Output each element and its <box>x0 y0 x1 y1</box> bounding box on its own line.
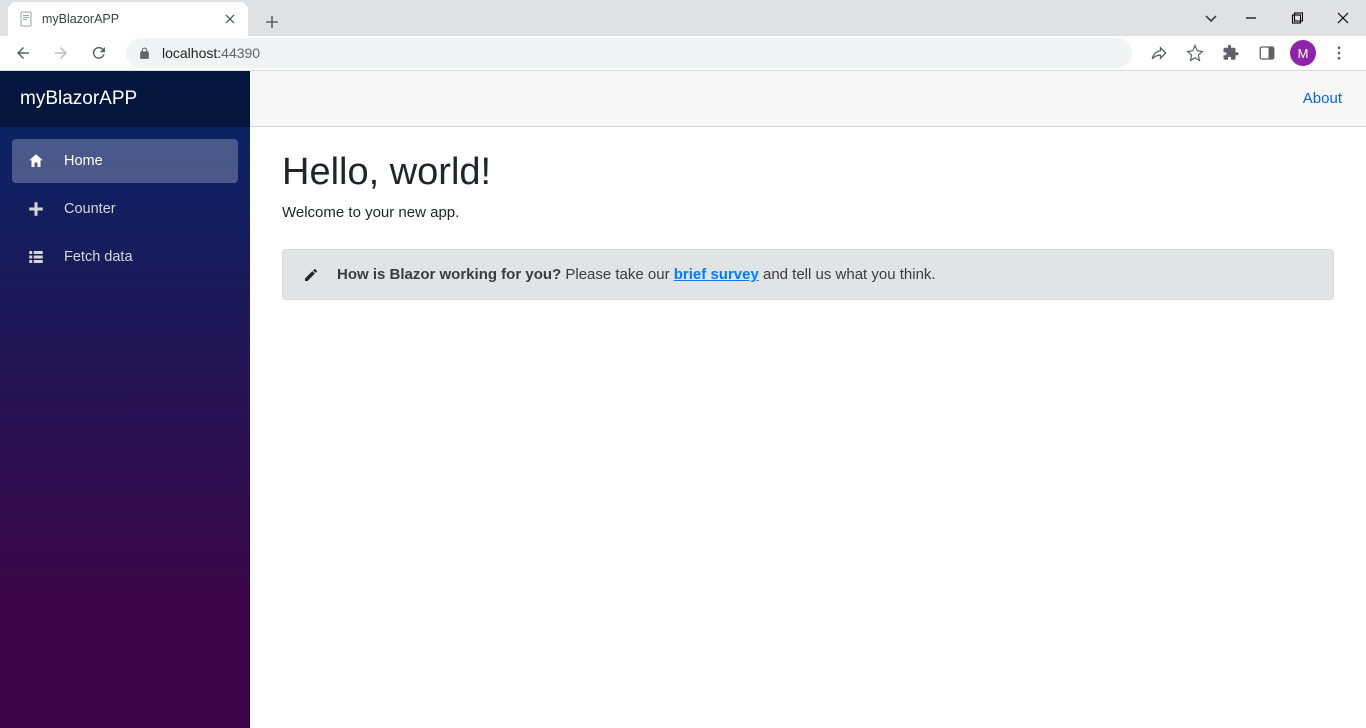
top-row: About <box>250 71 1366 127</box>
sidebar-item-counter[interactable]: Counter <box>12 187 238 231</box>
address-bar[interactable]: localhost:44390 <box>126 38 1132 68</box>
share-icon[interactable] <box>1142 38 1176 68</box>
survey-link[interactable]: brief survey <box>674 266 759 283</box>
reload-button[interactable] <box>82 38 116 68</box>
forward-button[interactable] <box>44 38 78 68</box>
kebab-menu-icon[interactable] <box>1322 38 1356 68</box>
tab-favicon-icon <box>18 11 34 27</box>
url-host: localhost: <box>162 45 221 61</box>
pencil-icon <box>303 267 319 283</box>
home-icon <box>26 152 46 170</box>
url-port: 44390 <box>221 45 260 61</box>
sidebar-brand[interactable]: myBlazorAPP <box>0 71 250 127</box>
window-controls <box>1194 0 1366 36</box>
extensions-icon[interactable] <box>1214 38 1248 68</box>
toolbar-right: M <box>1142 38 1360 68</box>
survey-strong: How is Blazor working for you? <box>337 266 561 283</box>
survey-alert: How is Blazor working for you? Please ta… <box>282 249 1334 300</box>
app-page: myBlazorAPP Home Counter Fetch data <box>0 71 1366 728</box>
survey-text: How is Blazor working for you? Please ta… <box>337 266 936 283</box>
new-tab-button[interactable] <box>258 8 286 36</box>
sidebar-item-home[interactable]: Home <box>12 139 238 183</box>
survey-before: Please take our <box>561 266 674 283</box>
tab-strip: myBlazorAPP <box>0 0 1366 36</box>
back-button[interactable] <box>6 38 40 68</box>
main: Hello, world! Welcome to your new app. H… <box>250 127 1366 324</box>
avatar-letter: M <box>1290 40 1316 66</box>
tab-search-icon[interactable] <box>1194 4 1228 32</box>
browser-tab[interactable]: myBlazorAPP <box>8 2 248 36</box>
tab-title: myBlazorAPP <box>42 12 214 26</box>
window-close-button[interactable] <box>1320 3 1366 33</box>
sidebar-item-label: Home <box>64 153 103 169</box>
sidebar: myBlazorAPP Home Counter Fetch data <box>0 71 250 728</box>
lock-icon <box>138 47 152 60</box>
tab-close-icon[interactable] <box>222 11 238 27</box>
content-area: About Hello, world! Welcome to your new … <box>250 71 1366 728</box>
side-panel-icon[interactable] <box>1250 38 1284 68</box>
survey-after: and tell us what you think. <box>759 266 936 283</box>
sidebar-nav: Home Counter Fetch data <box>0 127 250 279</box>
sidebar-item-label: Fetch data <box>64 249 133 265</box>
welcome-text: Welcome to your new app. <box>282 204 1334 221</box>
window-maximize-button[interactable] <box>1274 3 1320 33</box>
page-title: Hello, world! <box>282 151 1334 194</box>
browser-toolbar: localhost:44390 M <box>0 36 1366 71</box>
browser-chrome: myBlazorAPP <box>0 0 1366 71</box>
sidebar-item-fetch-data[interactable]: Fetch data <box>12 235 238 279</box>
plus-icon <box>26 200 46 218</box>
sidebar-item-label: Counter <box>64 201 116 217</box>
url-text: localhost:44390 <box>162 45 260 61</box>
about-link[interactable]: About <box>1303 90 1342 107</box>
list-icon <box>26 248 46 266</box>
window-minimize-button[interactable] <box>1228 3 1274 33</box>
bookmark-star-icon[interactable] <box>1178 38 1212 68</box>
profile-avatar[interactable]: M <box>1286 38 1320 68</box>
